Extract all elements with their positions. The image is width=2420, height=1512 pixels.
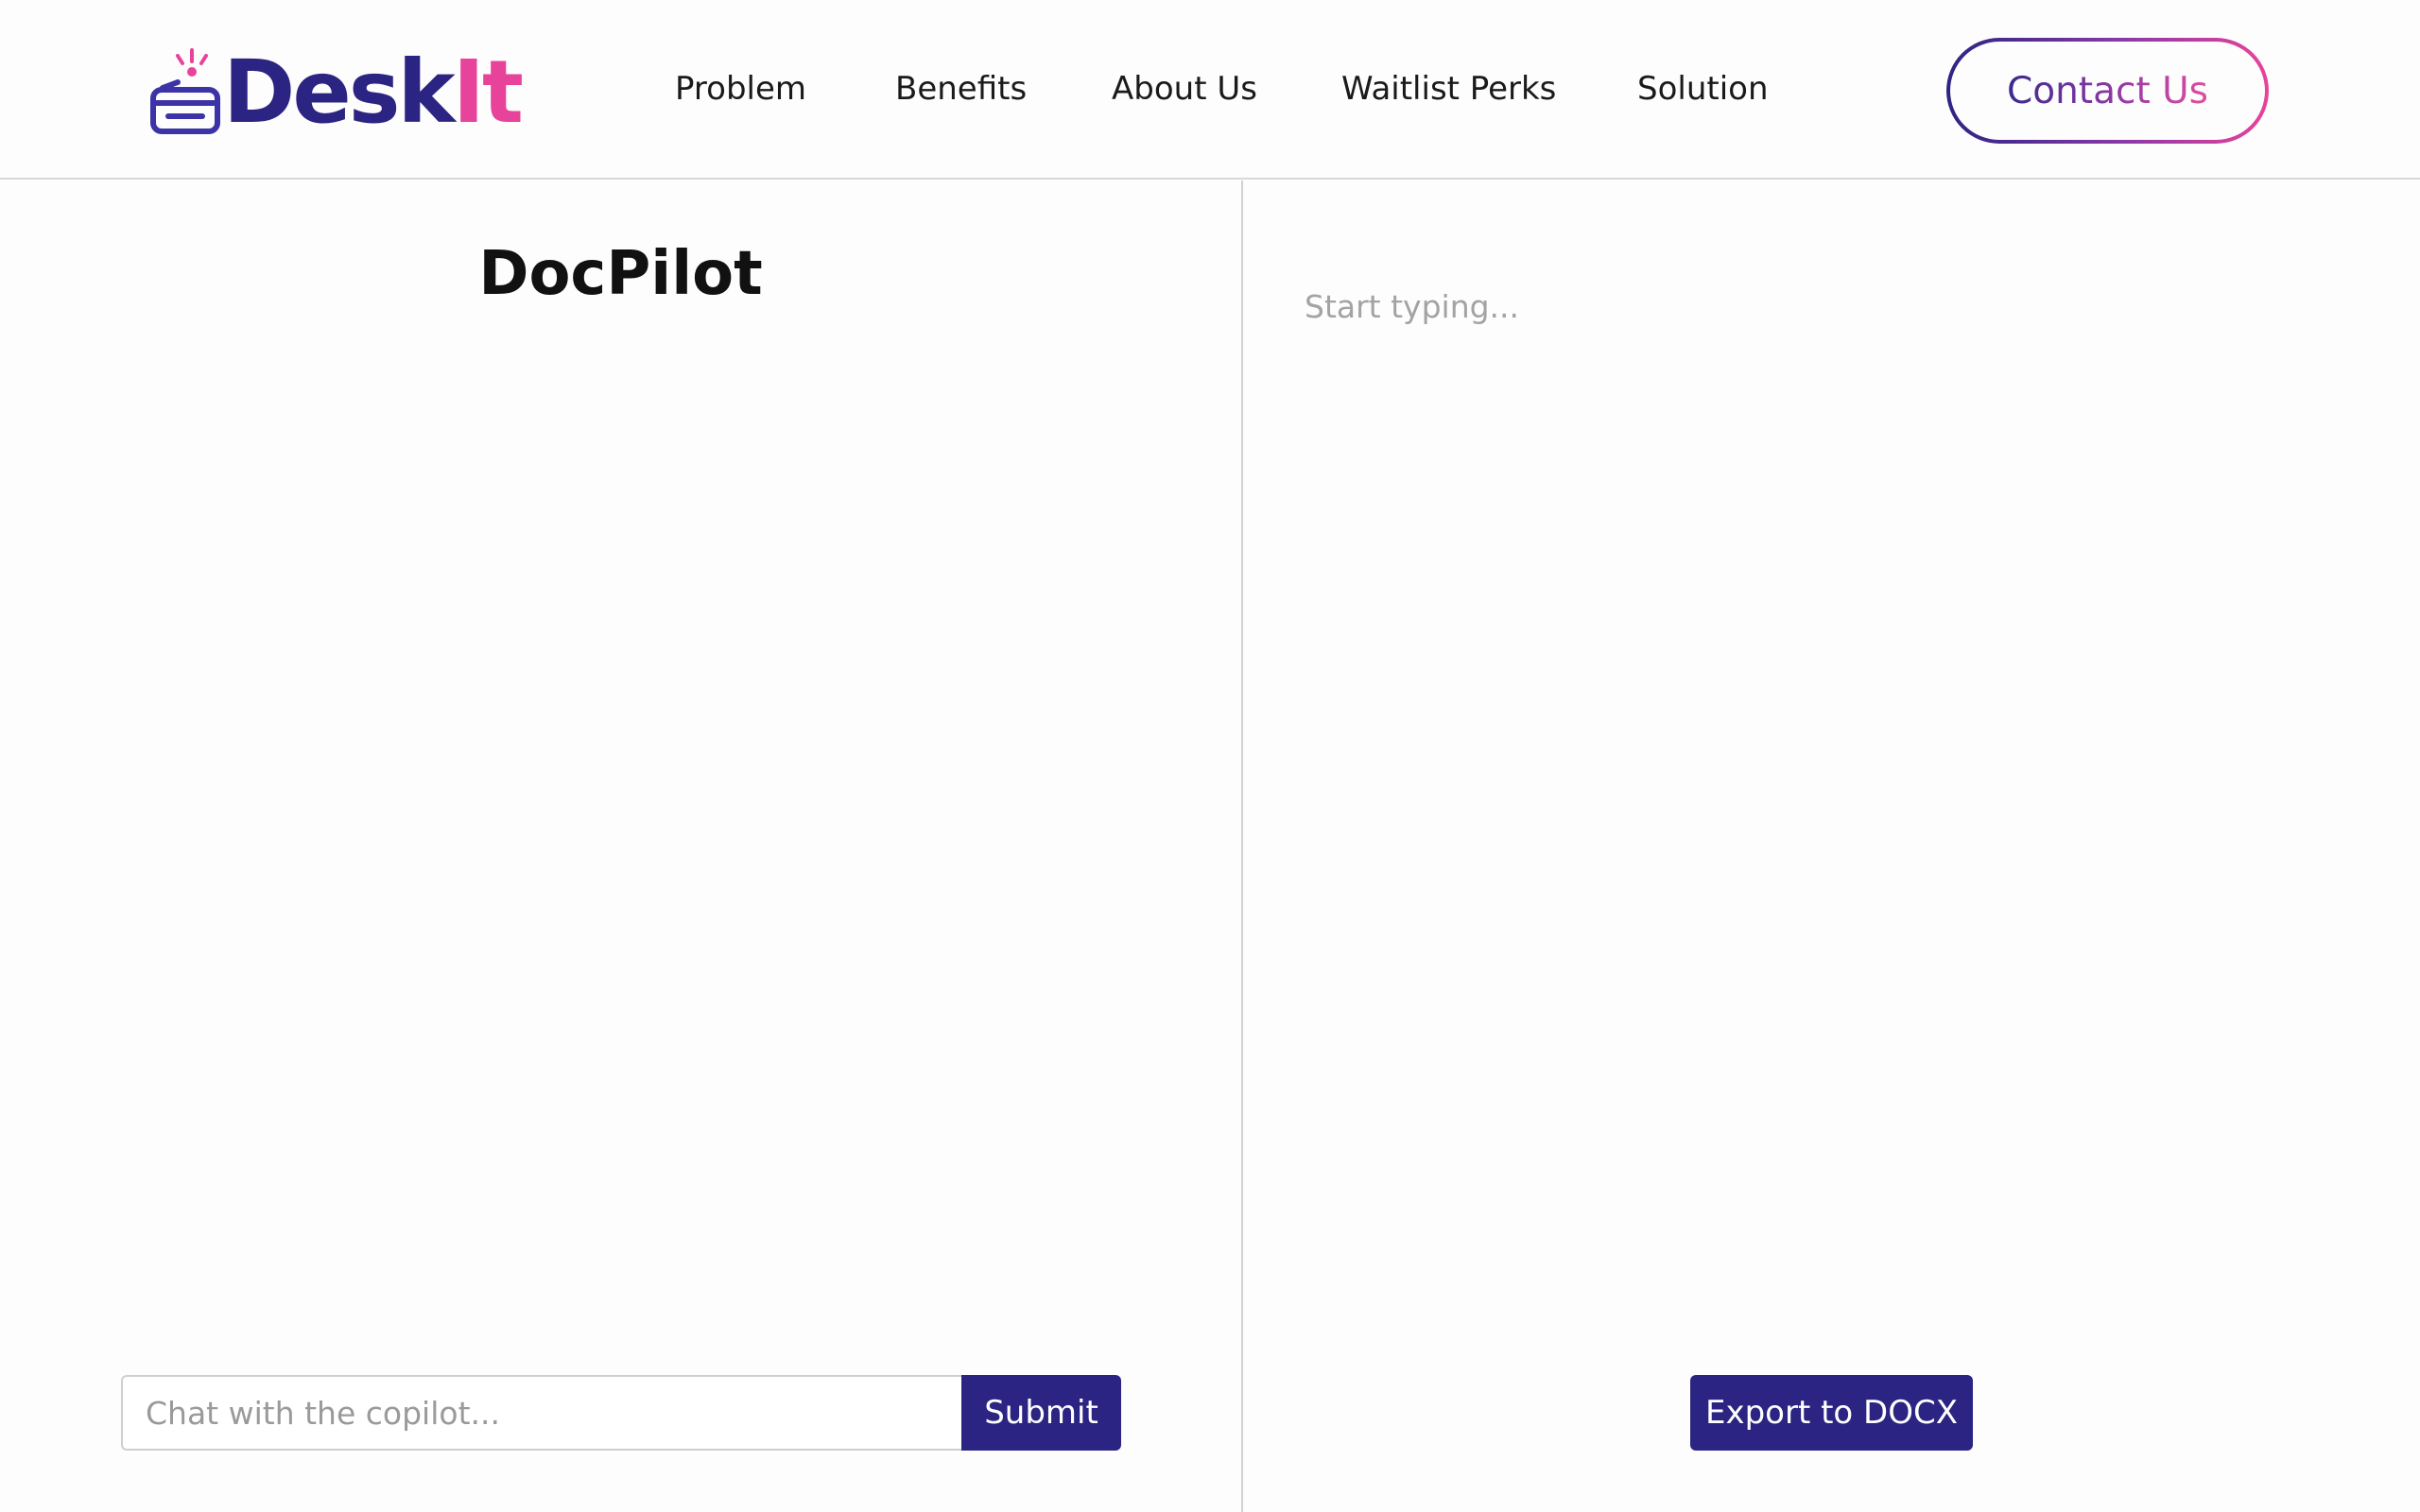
document-editor[interactable] bbox=[1305, 274, 2344, 1314]
submit-button[interactable]: Submit bbox=[961, 1375, 1121, 1451]
nav-about-us[interactable]: About Us bbox=[1112, 68, 1257, 110]
nav-benefits[interactable]: Benefits bbox=[895, 68, 1027, 110]
contact-us-label: Contact Us bbox=[2007, 69, 2208, 112]
brand-name: DeskIt bbox=[223, 49, 524, 136]
export-docx-button[interactable]: Export to DOCX bbox=[1690, 1375, 1973, 1451]
page-title: DocPilot bbox=[478, 239, 763, 309]
chat-form: Submit bbox=[121, 1375, 1121, 1451]
chat-input[interactable] bbox=[121, 1375, 961, 1451]
brand-name-part2: It bbox=[452, 42, 524, 143]
nav-solution[interactable]: Solution bbox=[1637, 68, 1769, 110]
contact-us-button[interactable]: Contact Us bbox=[1946, 38, 2269, 144]
nav-waitlist-perks[interactable]: Waitlist Perks bbox=[1341, 68, 1556, 110]
brand-name-part1: Desk bbox=[223, 42, 456, 143]
pane-divider bbox=[1241, 180, 1243, 1512]
brand-logo[interactable]: DeskIt bbox=[149, 45, 524, 140]
top-navbar: DeskIt Problem Benefits About Us Waitlis… bbox=[0, 0, 2420, 180]
contact-us-button-inner: Contact Us bbox=[1950, 42, 2265, 140]
nav-problem[interactable]: Problem bbox=[675, 68, 806, 110]
desk-bell-icon bbox=[150, 48, 220, 134]
